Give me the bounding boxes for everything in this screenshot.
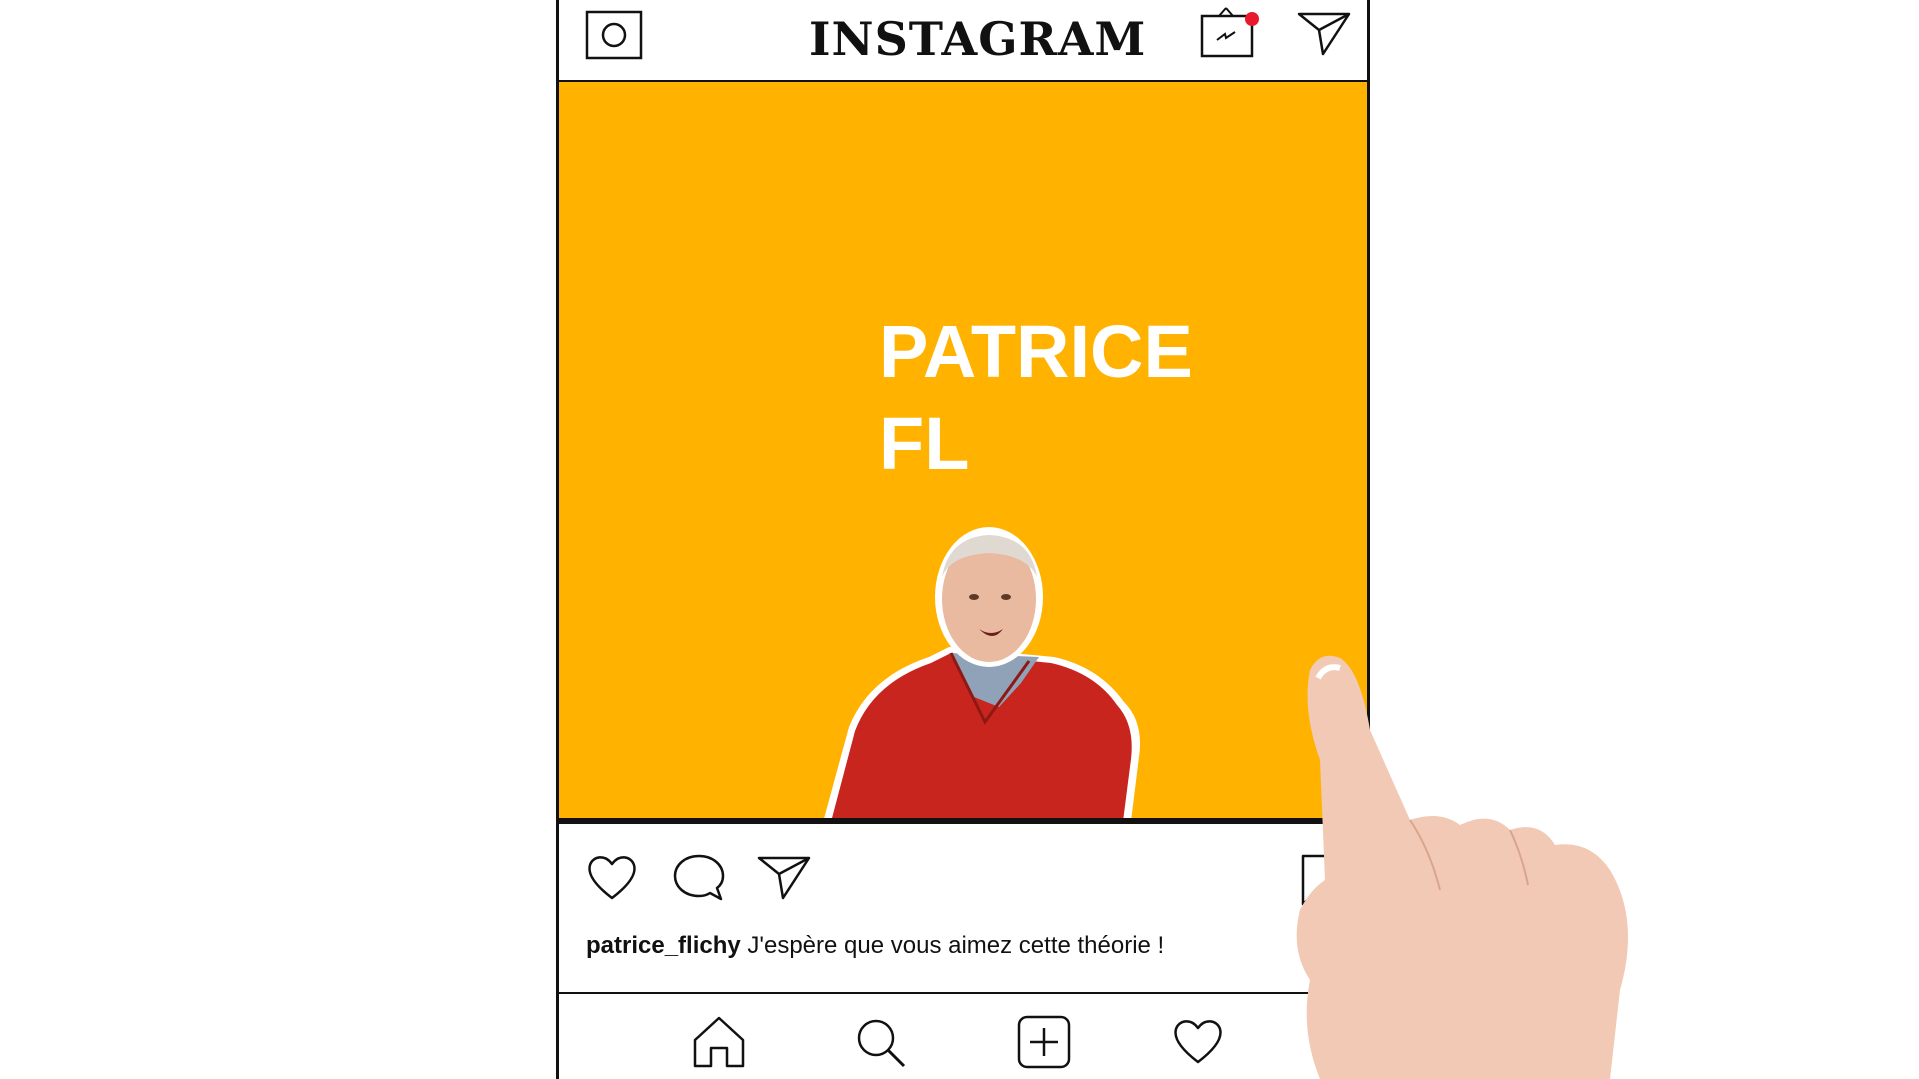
direct-message-icon[interactable] [1295, 8, 1353, 58]
person-photo [824, 527, 1140, 818]
igtv-icon[interactable] [1199, 4, 1265, 60]
headline-line-2: FL [879, 402, 970, 485]
bottom-nav [559, 994, 1367, 1079]
caption-username[interactable]: patrice_flichy [586, 932, 741, 959]
home-icon[interactable] [689, 1014, 749, 1070]
search-icon[interactable] [854, 1016, 910, 1070]
pointing-hand-image [1296, 655, 1628, 1079]
post-image[interactable]: PATRICE FL [559, 82, 1367, 818]
notification-badge [1245, 12, 1259, 26]
share-icon[interactable] [755, 852, 813, 902]
headline-line-1: PATRICE [879, 310, 1193, 393]
activity-icon[interactable] [1171, 1016, 1225, 1066]
like-icon[interactable] [585, 852, 639, 902]
top-bar: INSTAGRAM [559, 0, 1367, 82]
post-headline: PATRICE FL [879, 306, 1193, 490]
app-title: INSTAGRAM [809, 12, 1147, 66]
caption-text: J'espère que vous aimez cette théorie ! [740, 932, 1165, 959]
post-caption: patrice_flichy J'espère que vous aimez c… [586, 932, 1164, 960]
camera-icon[interactable] [585, 10, 643, 60]
post-actions: patrice_flichy J'espère que vous aimez c… [559, 824, 1367, 994]
comment-icon[interactable] [671, 852, 727, 904]
add-post-icon[interactable] [1016, 1014, 1072, 1070]
phone-frame: INSTAGRAM PATRICE FL patrice_flichy J'es… [556, 0, 1370, 1079]
